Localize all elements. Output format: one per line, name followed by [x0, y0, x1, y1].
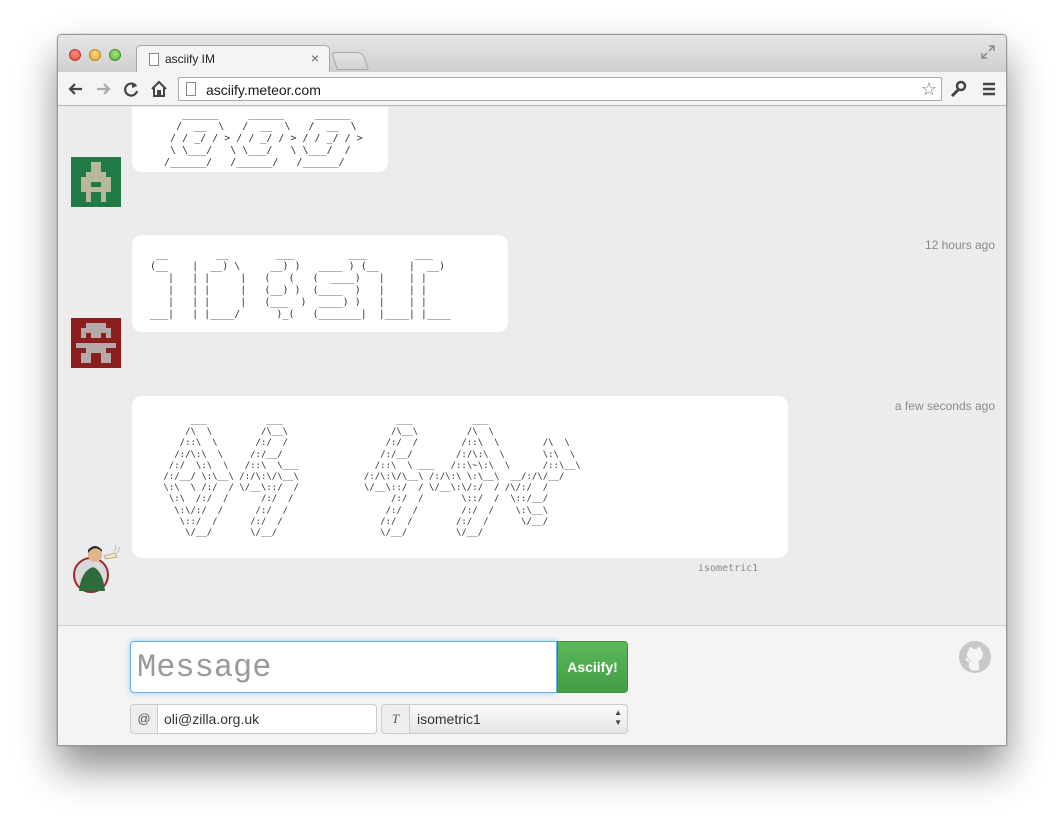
email-field[interactable]	[157, 704, 377, 734]
tab-close-icon[interactable]: ×	[311, 50, 319, 66]
fullscreen-icon[interactable]	[980, 44, 996, 60]
message-font-label: isometric1	[698, 563, 759, 574]
red-robot-avatar	[71, 318, 121, 368]
font-addon: T	[381, 704, 410, 734]
browser-tab[interactable]: asciify IM ×	[136, 45, 330, 72]
minimize-window-button[interactable]	[89, 49, 101, 61]
message-input[interactable]	[130, 641, 557, 693]
tab-title: asciify IM	[165, 52, 216, 66]
page-icon	[149, 53, 159, 66]
reload-icon	[124, 82, 139, 97]
font-select[interactable]: isometric1 ▲ ▼	[409, 704, 628, 734]
url-text: asciify.meteor.com	[206, 82, 321, 98]
asciify-button[interactable]: Asciify!	[557, 641, 628, 693]
ascii-art: __ __ ___ ___ ___ (__ | __) \ __) ) ____…	[150, 249, 452, 320]
wrench-icon	[950, 80, 967, 98]
green-robot-avatar	[71, 157, 121, 207]
message-bubble: ___ ___ ___ ___ /\ \ /\__\ /\__\ /\ \ /:…	[132, 396, 788, 558]
email-addon: @	[130, 704, 158, 734]
menu-button[interactable]	[979, 79, 999, 99]
back-icon	[68, 83, 82, 95]
browser-window: asciify IM × asciify.meteor.com ☆ ______…	[57, 34, 1007, 746]
github-icon[interactable]	[958, 640, 992, 674]
back-button[interactable]	[66, 79, 86, 99]
new-tab-button[interactable]	[331, 52, 369, 70]
message-bubble: ______ ______ ______ / __ \ / __ \ / __ …	[132, 107, 388, 172]
menu-icon	[983, 82, 995, 96]
forward-icon	[97, 83, 111, 95]
page-icon	[186, 82, 196, 96]
forward-button[interactable]	[93, 79, 113, 99]
bearded-man-avatar	[73, 544, 120, 593]
star-icon[interactable]: ☆	[921, 79, 937, 99]
wrench-button[interactable]	[948, 79, 968, 99]
home-icon	[151, 80, 167, 97]
browser-toolbar: asciify.meteor.com ☆	[58, 72, 1006, 106]
home-button[interactable]	[149, 79, 169, 99]
tab-strip: asciify IM ×	[58, 35, 1006, 72]
ascii-art: ______ ______ ______ / __ \ / __ \ / __ …	[164, 109, 363, 168]
select-arrows-icon: ▲ ▼	[614, 708, 622, 727]
chat-log[interactable]: ______ ______ ______ / __ \ / __ \ / __ …	[58, 107, 1006, 625]
reload-button[interactable]	[121, 79, 141, 99]
close-window-button[interactable]	[69, 49, 81, 61]
ascii-art: ___ ___ ___ ___ /\ \ /\__\ /\__\ /\ \ /:…	[163, 416, 581, 539]
compose-area: Asciify! @ T isometric1 ▲ ▼	[58, 625, 1006, 745]
font-select-value: isometric1	[417, 711, 481, 727]
message-timestamp: a few seconds ago	[894, 399, 995, 413]
zoom-window-button[interactable]	[109, 49, 121, 61]
address-bar[interactable]: asciify.meteor.com ☆	[178, 77, 942, 101]
message-timestamp: 12 hours ago	[924, 238, 995, 252]
message-bubble: __ __ ___ ___ ___ (__ | __) \ __) ) ____…	[132, 235, 508, 332]
